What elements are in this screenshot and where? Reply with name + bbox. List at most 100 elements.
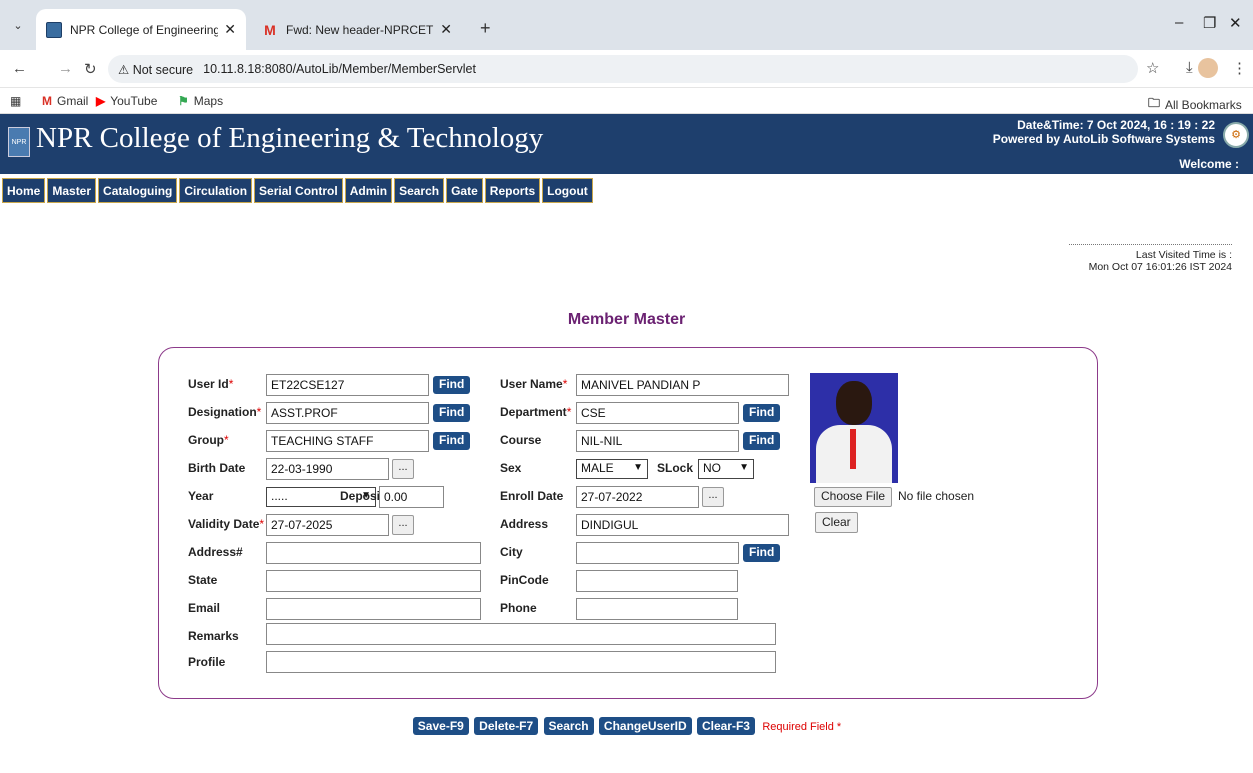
menu-search[interactable]: Search [394,178,445,203]
autolib-badge-icon: ⚙ [1223,122,1249,148]
find-designation-button[interactable]: Find [433,404,471,422]
browser-tab-inactive[interactable]: M Fwd: New header-NPRCET - bar ✕ [252,9,462,50]
sex-select[interactable]: MALE ▼ [576,459,648,479]
menu-master[interactable]: Master [47,178,97,203]
close-tab-icon[interactable]: ✕ [440,21,452,38]
bookmarks-bar: ▦ M Gmail ▶ YouTube ⚑ Maps 🗀 All Bookmarks [0,88,1253,114]
address2-label: Address# [188,545,243,559]
department-input[interactable]: CSE [576,402,739,424]
restore-icon[interactable]: ❐ [1203,14,1216,32]
chevron-down-icon: ▼ [633,462,643,473]
user-name-input[interactable]: MANIVEL PANDIAN P [576,374,789,396]
pincode-label: PinCode [500,573,549,587]
maps-icon: ⚑ [178,94,189,108]
menu-admin[interactable]: Admin [344,178,393,203]
bookmark-youtube[interactable]: ▶ YouTube [96,94,157,108]
find-user-id-button[interactable]: Find [433,376,471,394]
more-menu-icon[interactable]: ⋮ [1232,59,1247,77]
clear-button[interactable]: Clear-F3 [696,717,755,735]
slock-select[interactable]: NO ▼ [698,459,754,479]
deposit-input[interactable]: 0.00 [379,486,444,508]
url-text[interactable]: 10.11.8.18:8080/AutoLib/Member/MemberSer… [203,62,476,76]
remarks-label: Remarks [188,629,239,643]
validity-date-label: Validity Date* [188,517,265,531]
designation-input[interactable]: ASST.PROF [266,402,429,424]
menu-circulation[interactable]: Circulation [179,178,253,203]
validity-date-calendar-button[interactable]: ... [392,515,414,535]
enroll-date-calendar-button[interactable]: ... [702,487,724,507]
chevron-down-icon: ▼ [739,462,749,473]
delete-button[interactable]: Delete-F7 [474,717,539,735]
course-input[interactable]: NIL-NIL [576,430,739,452]
browser-tab-active[interactable]: NPR College of Engineering & T ✕ [36,9,246,50]
not-secure-indicator[interactable]: ⚠ Not secure [118,62,193,77]
close-window-icon[interactable]: ✕ [1229,14,1242,32]
profile-label: Profile [188,655,226,669]
tab-search-icon[interactable]: ⌄ [8,16,28,36]
browser-tab-strip: ⌄ NPR College of Engineering & T ✕ M Fwd… [0,0,1253,50]
menu-reports[interactable]: Reports [484,178,541,203]
apps-grid-icon[interactable]: ▦ [10,94,21,108]
designation-label: Designation* [188,405,262,419]
find-department-button[interactable]: Find [743,404,781,422]
email-input[interactable] [266,598,481,620]
college-name: NPR College of Engineering & Technology [36,122,544,154]
bookmark-star-icon[interactable]: ☆ [1146,59,1159,77]
pincode-input[interactable] [576,570,738,592]
gmail-icon: M [42,94,52,108]
enroll-date-input[interactable]: 27-07-2022 [576,486,699,508]
find-course-button[interactable]: Find [743,432,781,450]
bookmark-maps[interactable]: ⚑ Maps [178,94,223,108]
change-user-id-button[interactable]: ChangeUserID [598,717,692,735]
year-label: Year [188,489,214,503]
search-button[interactable]: Search [543,717,594,735]
site-header: NPR NPR College of Engineering & Technol… [0,114,1253,174]
page-title: Member Master [567,311,686,328]
tab-title: Fwd: New header-NPRCET - bar [286,22,434,37]
deposit-label: Deposit [340,489,385,503]
menu-home[interactable]: Home [2,178,46,203]
omnibox[interactable]: ⚠ Not secure 10.11.8.18:8080/AutoLib/Mem… [108,55,1138,83]
slock-label: SLock [657,461,694,475]
profile-avatar[interactable] [1198,58,1218,78]
address2-input[interactable] [266,542,481,564]
bookmark-gmail[interactable]: M Gmail [42,94,88,108]
city-label: City [500,545,523,559]
choose-file-button[interactable]: Choose File [814,487,893,507]
menu-gate[interactable]: Gate [446,178,483,203]
save-button[interactable]: Save-F9 [412,717,469,735]
address-input[interactable]: DINDIGUL [576,514,789,536]
no-file-text: No file chosen [898,489,975,503]
find-group-button[interactable]: Find [433,432,471,450]
birth-date-input[interactable]: 22-03-1990 [266,458,389,480]
last-visited: Last Visited Time is : Mon Oct 07 16:01:… [1069,244,1232,273]
state-input[interactable] [266,570,481,592]
profile-input[interactable] [266,651,776,673]
find-city-button[interactable]: Find [743,544,781,562]
close-tab-icon[interactable]: ✕ [224,21,236,38]
remarks-input[interactable] [266,623,776,645]
gmail-favicon-icon: M [264,21,276,38]
group-label: Group* [188,433,229,447]
forward-icon[interactable]: → [58,60,73,77]
reload-icon[interactable]: ↻ [84,60,97,78]
birth-date-calendar-button[interactable]: ... [392,459,414,479]
validity-date-input[interactable]: 27-07-2025 [266,514,389,536]
user-id-input[interactable]: ET22CSE127 [266,374,429,396]
main-menu-bar: Home Master Cataloguing Circulation Seri… [0,174,1253,206]
minimize-icon[interactable]: – [1175,14,1183,31]
npr-favicon-icon [46,21,62,38]
folder-icon: 🗀 [1148,96,1161,110]
menu-cataloguing[interactable]: Cataloguing [98,178,178,203]
welcome-text: Welcome : [1179,157,1239,171]
all-bookmarks[interactable]: 🗀 All Bookmarks [1148,94,1242,115]
back-icon[interactable]: ← [12,60,27,77]
group-input[interactable]: TEACHING STAFF [266,430,429,452]
phone-input[interactable] [576,598,738,620]
menu-serial-control[interactable]: Serial Control [254,178,343,203]
download-icon[interactable]: ⤓ [1186,59,1193,76]
new-tab-icon[interactable]: + [480,18,491,39]
city-input[interactable] [576,542,739,564]
menu-logout[interactable]: Logout [542,178,593,203]
clear-photo-button[interactable]: Clear [815,512,858,533]
